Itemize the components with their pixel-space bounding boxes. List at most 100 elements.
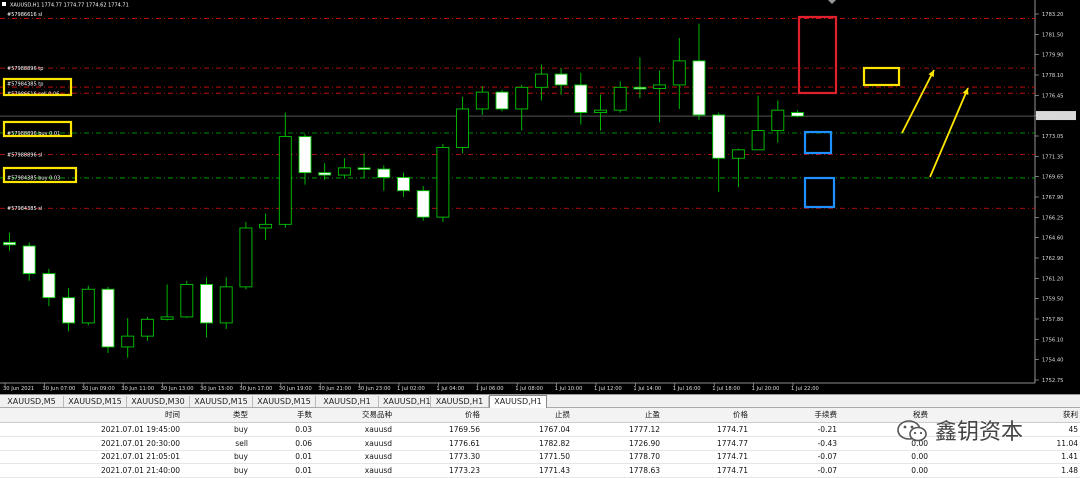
col-header-stop-loss[interactable]: 止损: [490, 408, 570, 422]
candle-bullish: [594, 109, 607, 114]
table-row[interactable]: 2021.07.01 21:05:01 buy 0.01 xauusd 1773.30 1…: [0, 450, 1080, 464]
table-row[interactable]: 2021.07.01 21:40:00 buy 0.01 xauusd 1773.23 1…: [0, 464, 1080, 478]
tab-chart[interactable]: XAUUSD,M15: [64, 396, 127, 407]
price-tick-label: 1759.50: [1042, 297, 1063, 303]
time-tick-label: 1 Jul 16:00: [673, 386, 701, 392]
tab-chart[interactable]: XAUUSD,M15: [253, 396, 316, 407]
price-tick-label: 1754.40: [1042, 358, 1063, 364]
time-tick-label: 1 Jul 20:00: [752, 386, 780, 392]
tab-chart[interactable]: XAUUSD,H1: [316, 396, 379, 407]
time-tick-label: 30 Jun 13:00: [161, 386, 194, 392]
time-tick-label: 1 Jul 08:00: [515, 386, 543, 392]
col-header-volume[interactable]: 手数: [252, 408, 312, 422]
candle-bullish: [653, 84, 667, 89]
entry-box: [803, 176, 836, 209]
cell-price: 1769.56: [448, 425, 480, 434]
candle-bearish: [377, 168, 391, 178]
candle-bearish: [416, 190, 430, 218]
candle-bearish: [62, 297, 76, 324]
order-level-label: #57984385 sl: [7, 206, 42, 212]
col-header-take-profit[interactable]: 止盈: [580, 408, 660, 422]
cell-price: 1773.30: [448, 452, 480, 461]
price-tick-label: 1757.80: [1042, 317, 1063, 323]
cell-commission: -0.21: [817, 425, 837, 434]
candle-bearish: [791, 112, 804, 117]
tab-chart[interactable]: XAUUSD,M15: [190, 396, 253, 407]
col-header-commission[interactable]: 手续费: [757, 408, 838, 422]
cell-commission: -0.43: [817, 438, 837, 448]
time-tick-label: 1 Jul 22:00: [791, 386, 819, 392]
cell-tax: 0.00: [911, 452, 928, 461]
candle-bullish: [731, 149, 745, 159]
order-level-label: #57984385 tp: [7, 82, 43, 88]
candle-bullish: [672, 60, 686, 86]
cell-current-price: 1774.77: [716, 438, 748, 448]
tab-chart[interactable]: XAUUSD,M30: [127, 396, 190, 407]
cell-symbol: xauusd: [364, 465, 392, 475]
col-header-symbol[interactable]: 交易品种: [317, 408, 392, 422]
candle-bearish: [554, 73, 568, 86]
cell-symbol: xauusd: [364, 452, 392, 461]
time-tick-label: 30 Jun 23:00: [358, 386, 391, 392]
cell-take-profit: 1778.70: [628, 452, 660, 461]
target-box: [862, 66, 901, 87]
cell-type: buy: [234, 465, 248, 475]
col-header-current-price[interactable]: 价格: [668, 408, 748, 422]
candle-bullish: [475, 91, 489, 110]
cell-commission: -0.07: [817, 465, 837, 475]
cell-commission: -0.07: [817, 452, 837, 461]
candle-bullish: [259, 223, 273, 229]
candle-bullish: [278, 136, 292, 225]
price-tick-label: 1783.20: [1042, 12, 1063, 18]
time-tick-label: 1 Jul 10:00: [555, 386, 583, 392]
candle-bearish: [22, 245, 36, 275]
cell-type: sell: [235, 438, 248, 448]
candle-bearish: [3, 241, 16, 246]
tab-chart-active[interactable]: XAUUSD,H1: [489, 395, 547, 408]
price-tick-label: 1761.20: [1042, 276, 1063, 282]
chart-tab-bar: XAUUSD,M5 XAUUSD,M15 XAUUSD,M30 XAUUSD,M15 X…: [0, 394, 1080, 408]
candle-bullish: [160, 316, 174, 320]
cell-stop-loss: 1771.50: [538, 452, 570, 461]
order-level-label: #57984385 buy 0.03: [7, 175, 60, 181]
candle-bullish: [121, 335, 135, 348]
candle-bearish: [574, 84, 588, 114]
cell-current-price: 1774.71: [716, 425, 748, 434]
price-tick-label: 1767.90: [1042, 195, 1063, 201]
candle-bearish: [42, 273, 56, 299]
col-header-type[interactable]: 类型: [188, 408, 248, 422]
price-tick-label: 1766.25: [1042, 215, 1063, 221]
cell-price: 1776.61: [448, 438, 480, 448]
price-tick-label: 1762.90: [1042, 256, 1063, 262]
trend-arrow-line: [929, 87, 969, 178]
cell-profit: 1.48: [1061, 465, 1078, 475]
chart-canvas[interactable]: 1783.20 1781.50 1779.90 1778.10 1776.45 1774.…: [0, 0, 1080, 394]
time-tick-label: 1 Jul 04:00: [436, 386, 464, 392]
tab-chart[interactable]: XAUUSD,M5: [0, 396, 64, 407]
candle-bullish: [436, 146, 450, 218]
entry-box: [803, 130, 833, 155]
tab-chart[interactable]: XAUUSD,H1: [431, 396, 489, 407]
cell-symbol: xauusd: [364, 438, 392, 448]
time-tick-label: 1 Jul 02:00: [397, 386, 425, 392]
time-tick-label: 1 Jul 06:00: [476, 386, 504, 392]
price-chart[interactable]: 1783.20 1781.50 1779.90 1778.10 1776.45 1774.…: [0, 0, 1080, 394]
cell-symbol: xauusd: [364, 425, 392, 434]
scroll-marker-icon: [828, 0, 836, 4]
watermark: 鑫钥资本: [893, 413, 1080, 447]
current-price-label: 1774.71: [1041, 114, 1062, 120]
cell-profit: 1.41: [1061, 452, 1078, 461]
time-tick-label: 30 Jun 07:00: [42, 386, 75, 392]
cell-type: buy: [234, 425, 248, 434]
col-header-price[interactable]: 价格: [400, 408, 480, 422]
candle-bearish: [712, 114, 726, 159]
candle-bearish: [318, 172, 332, 176]
tab-chart[interactable]: XAUUSD,H1: [379, 396, 431, 407]
cell-time: 2021.07.01 21:05:01: [100, 452, 180, 461]
candle-bearish: [357, 167, 371, 170]
price-tick-label: 1778.10: [1042, 73, 1063, 79]
cell-volume: 0.03: [295, 425, 312, 434]
col-header-time[interactable]: 时间: [60, 408, 180, 422]
time-tick-label: 1 Jul 18:00: [712, 386, 740, 392]
candle-bearish: [495, 91, 509, 110]
